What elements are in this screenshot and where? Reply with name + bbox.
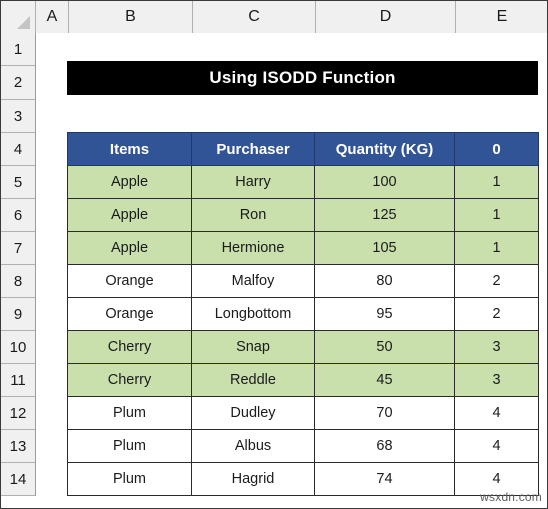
cell-group[interactable]: 3 bbox=[454, 330, 539, 364]
cell-group[interactable]: 4 bbox=[454, 396, 539, 430]
cell-items[interactable]: Cherry bbox=[67, 330, 192, 364]
table-row: Orange Malfoy 80 2 bbox=[67, 264, 539, 298]
select-all-triangle-icon bbox=[17, 16, 30, 29]
row-header-10[interactable]: 10 bbox=[1, 331, 35, 364]
row-header-4[interactable]: 4 bbox=[1, 133, 35, 166]
row-header-14[interactable]: 14 bbox=[1, 463, 35, 496]
column-header-c[interactable]: C bbox=[193, 1, 316, 33]
row-header-7[interactable]: 7 bbox=[1, 232, 35, 265]
row-header-13[interactable]: 13 bbox=[1, 430, 35, 463]
cell-items[interactable]: Plum bbox=[67, 429, 192, 463]
cell-purchaser[interactable]: Malfoy bbox=[191, 264, 315, 298]
row-header-12[interactable]: 12 bbox=[1, 397, 35, 430]
cell-quantity[interactable]: 80 bbox=[314, 264, 455, 298]
row-header-1[interactable]: 1 bbox=[1, 33, 35, 66]
select-all-button[interactable] bbox=[1, 1, 36, 33]
cell-items[interactable]: Orange bbox=[67, 297, 192, 331]
cell-items[interactable]: Plum bbox=[67, 462, 192, 496]
row-header-3[interactable]: 3 bbox=[1, 100, 35, 133]
column-header-quantity[interactable]: Quantity (KG) bbox=[314, 132, 455, 166]
table-row: Plum Albus 68 4 bbox=[67, 429, 539, 463]
row-header-9[interactable]: 9 bbox=[1, 298, 35, 331]
cell-quantity[interactable]: 95 bbox=[314, 297, 455, 331]
cell-group[interactable]: 4 bbox=[454, 429, 539, 463]
title-banner: Using ISODD Function bbox=[67, 61, 538, 95]
cell-quantity[interactable]: 50 bbox=[314, 330, 455, 364]
cell-group[interactable]: 2 bbox=[454, 297, 539, 331]
table-row: Apple Hermione 105 1 bbox=[67, 231, 539, 265]
cell-items[interactable]: Cherry bbox=[67, 363, 192, 397]
table-row: Cherry Reddle 45 3 bbox=[67, 363, 539, 397]
cell-quantity[interactable]: 45 bbox=[314, 363, 455, 397]
cell-quantity[interactable]: 105 bbox=[314, 231, 455, 265]
table-row: Apple Ron 125 1 bbox=[67, 198, 539, 232]
cell-items[interactable]: Apple bbox=[67, 165, 192, 199]
grid-body: Using ISODD Function Items Purchaser Qua… bbox=[36, 33, 547, 508]
cell-purchaser[interactable]: Reddle bbox=[191, 363, 315, 397]
row-header-5[interactable]: 5 bbox=[1, 166, 35, 199]
watermark: wsxdn.com bbox=[480, 490, 542, 504]
cell-items[interactable]: Plum bbox=[67, 396, 192, 430]
cell-purchaser[interactable]: Dudley bbox=[191, 396, 315, 430]
table-row: Cherry Snap 50 3 bbox=[67, 330, 539, 364]
column-header-a[interactable]: A bbox=[36, 1, 69, 33]
data-table: Items Purchaser Quantity (KG) 0 Apple Har… bbox=[67, 132, 539, 496]
column-header-group[interactable]: 0 bbox=[454, 132, 539, 166]
row-header-11[interactable]: 11 bbox=[1, 364, 35, 397]
row-header-2[interactable]: 2 bbox=[1, 66, 35, 100]
table-row: Plum Hagrid 74 4 bbox=[67, 462, 539, 496]
cell-purchaser[interactable]: Ron bbox=[191, 198, 315, 232]
cell-items[interactable]: Apple bbox=[67, 231, 192, 265]
row-header-8[interactable]: 8 bbox=[1, 265, 35, 298]
table-header-row: Items Purchaser Quantity (KG) 0 bbox=[67, 132, 539, 166]
table-row: Plum Dudley 70 4 bbox=[67, 396, 539, 430]
cell-purchaser[interactable]: Albus bbox=[191, 429, 315, 463]
cell-quantity[interactable]: 125 bbox=[314, 198, 455, 232]
column-header-e[interactable]: E bbox=[456, 1, 547, 33]
cell-quantity[interactable]: 100 bbox=[314, 165, 455, 199]
column-header-b[interactable]: B bbox=[69, 1, 193, 33]
row-header-6[interactable]: 6 bbox=[1, 199, 35, 232]
cell-purchaser[interactable]: Hermione bbox=[191, 231, 315, 265]
cell-items[interactable]: Orange bbox=[67, 264, 192, 298]
cell-group[interactable]: 1 bbox=[454, 198, 539, 232]
column-header-strip: A B C D E bbox=[1, 1, 547, 33]
cell-quantity[interactable]: 70 bbox=[314, 396, 455, 430]
cell-quantity[interactable]: 74 bbox=[314, 462, 455, 496]
row-header-strip: 1 2 3 4 5 6 7 8 9 10 11 12 13 14 bbox=[1, 33, 36, 496]
spreadsheet-canvas: A B C D E 1 2 3 4 5 6 7 8 9 10 11 12 13 14 Using ISOD… bbox=[0, 0, 548, 509]
table-row: Orange Longbottom 95 2 bbox=[67, 297, 539, 331]
cell-group[interactable]: 1 bbox=[454, 231, 539, 265]
cell-quantity[interactable]: 68 bbox=[314, 429, 455, 463]
table-body: Apple Harry 100 1 Apple Ron 125 1 Apple Hermione 1… bbox=[67, 165, 539, 496]
cell-items[interactable]: Apple bbox=[67, 198, 192, 232]
cell-group[interactable]: 2 bbox=[454, 264, 539, 298]
column-header-d[interactable]: D bbox=[316, 1, 456, 33]
cell-group[interactable]: 3 bbox=[454, 363, 539, 397]
column-header-items[interactable]: Items bbox=[67, 132, 192, 166]
cell-purchaser[interactable]: Harry bbox=[191, 165, 315, 199]
page-title: Using ISODD Function bbox=[209, 68, 396, 87]
cell-group[interactable]: 1 bbox=[454, 165, 539, 199]
column-header-purchaser[interactable]: Purchaser bbox=[191, 132, 315, 166]
cell-purchaser[interactable]: Hagrid bbox=[191, 462, 315, 496]
table-row: Apple Harry 100 1 bbox=[67, 165, 539, 199]
cell-purchaser[interactable]: Snap bbox=[191, 330, 315, 364]
cell-purchaser[interactable]: Longbottom bbox=[191, 297, 315, 331]
